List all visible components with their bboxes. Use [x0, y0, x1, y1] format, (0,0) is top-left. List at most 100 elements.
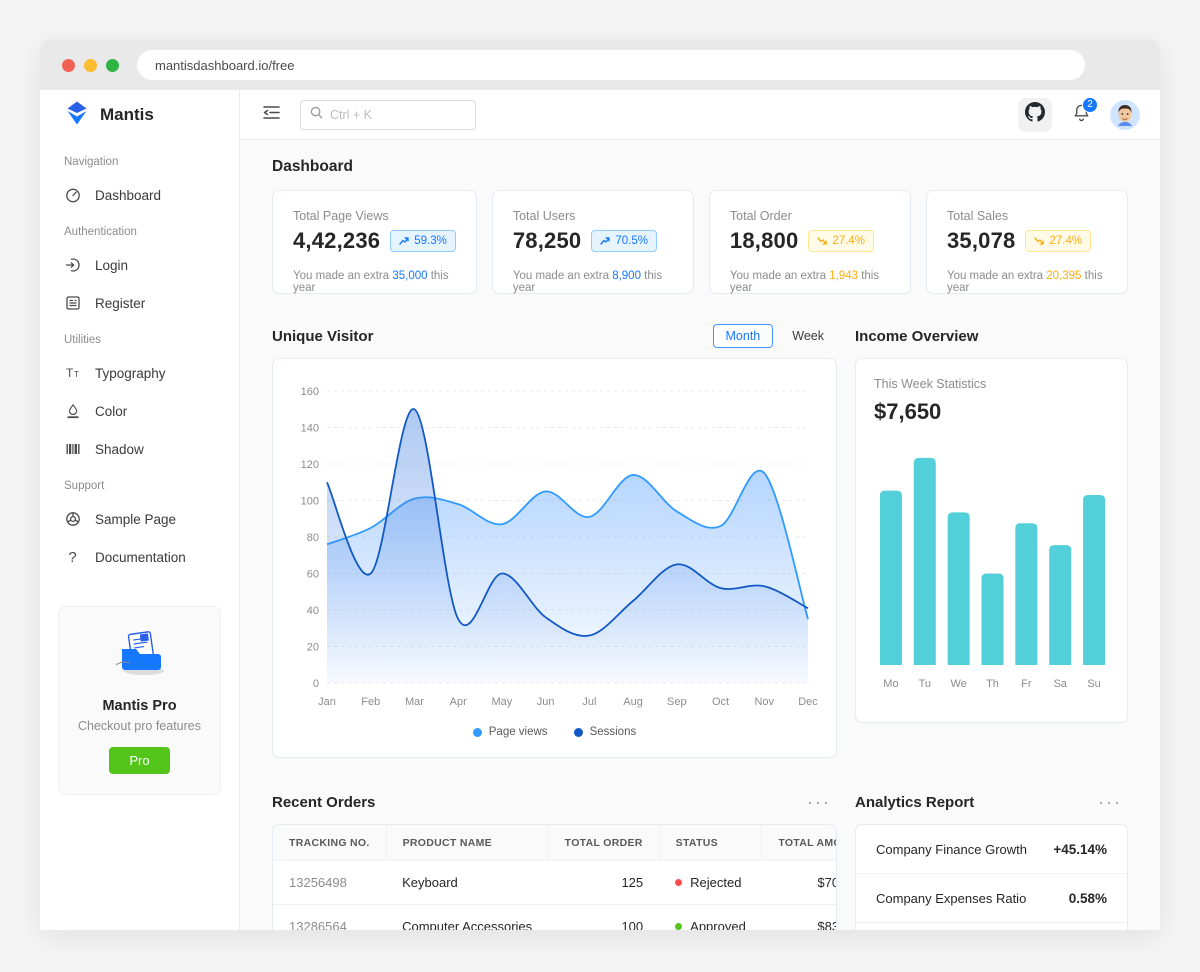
stat-card-total-order: Total Order 18,800 27.4% You made an ext…: [708, 190, 911, 294]
sidebar-item-label: Login: [95, 257, 129, 273]
income-overview-title: Income Overview: [855, 327, 979, 345]
user-avatar[interactable]: [1110, 99, 1140, 130]
svg-text:20: 20: [307, 642, 319, 654]
svg-text:Su: Su: [1087, 678, 1100, 690]
unique-visitor-title: Unique Visitor: [272, 327, 374, 345]
stat-card-total-users: Total Users 78,250 70.5% You made an ext…: [491, 190, 694, 294]
list-item[interactable]: Company Finance Growth +45.14%: [856, 825, 1127, 874]
notifications-button[interactable]: 2: [1066, 96, 1098, 130]
minimize-window-icon[interactable]: [84, 58, 97, 72]
tracking-no[interactable]: 13286564: [273, 904, 387, 930]
unique-visitor-chart-card: 0 20 40 60 80 100 120 140 160 Jan Feb Mar Apr May Jun J…: [272, 358, 837, 758]
status: Approved: [659, 904, 762, 930]
list-item[interactable]: Company Expenses Ratio 0.58%: [856, 874, 1127, 923]
status-dot-approved: [675, 923, 683, 930]
logo-text: Mantis: [100, 105, 154, 124]
svg-text:Fr: Fr: [1021, 678, 1032, 690]
legend-page-views[interactable]: Page views: [472, 726, 548, 738]
typography-icon: T T: [64, 365, 81, 382]
pro-card-title: Mantis Pro: [102, 698, 177, 714]
total-amount: $83,348: [761, 904, 836, 930]
stat-extra-value: 20,395: [1046, 270, 1082, 282]
col-tracking-no[interactable]: TRACKING NO.: [273, 825, 387, 861]
table-row[interactable]: 13256498 Keyboard 125 Rejected $70: [273, 860, 836, 905]
stat-cards-row: Total Page Views 4,42,236 59.3% You made…: [272, 190, 1128, 294]
svg-text:160: 160: [301, 386, 319, 398]
svg-text:80: 80: [307, 532, 319, 544]
more-icon[interactable]: ···: [801, 793, 837, 811]
page-title: Dashboard: [272, 158, 353, 175]
product-name: Keyboard: [386, 860, 549, 905]
nav-section-navigation: Navigation: [64, 156, 119, 168]
orders-table: TRACKING NO. PRODUCT NAME TOTAL ORDER ST…: [273, 825, 836, 930]
url-bar[interactable]: mantisdashboard.io/free: [137, 50, 1085, 80]
svg-text:T: T: [66, 366, 74, 380]
svg-text:Feb: Feb: [361, 696, 380, 708]
search-input[interactable]: [330, 107, 466, 122]
search-box[interactable]: [300, 99, 476, 130]
stat-extra: You made an extra 8,900 this year: [512, 270, 663, 294]
maximize-window-icon[interactable]: [106, 58, 119, 72]
col-product-name[interactable]: PRODUCT NAME: [385, 825, 549, 861]
stat-label: Total Order: [729, 209, 792, 223]
sidebar-item-color[interactable]: Color: [52, 392, 227, 430]
analytics-report-section: Analytics Report ··· Company Finance Gro…: [855, 788, 1128, 930]
tracking-no[interactable]: 13256498: [273, 860, 387, 905]
pro-card-subtitle: Checkout pro features: [78, 719, 201, 733]
month-toggle-button[interactable]: Month: [712, 324, 774, 348]
trend-up-icon: [600, 237, 611, 245]
stat-label: Total Sales: [946, 209, 1009, 223]
svg-text:Sep: Sep: [667, 696, 687, 708]
documentation-icon: ?: [68, 548, 77, 566]
legend-sessions[interactable]: Sessions: [573, 726, 636, 738]
total-order: 100: [548, 904, 660, 930]
trend-chip: 59.3%: [390, 230, 456, 252]
col-total-amount[interactable]: TOTAL AMOUNT: [761, 825, 836, 861]
col-total-order[interactable]: TOTAL ORDER: [547, 825, 660, 861]
svg-text:Oct: Oct: [712, 696, 729, 708]
trend-chip: 27.4%: [1025, 230, 1092, 252]
sample-page-icon: [64, 511, 81, 528]
sidebar-item-dashboard[interactable]: Dashboard: [52, 176, 227, 214]
sidebar-item-documentation[interactable]: ? Documentation: [52, 538, 227, 576]
sidebar-item-label: Typography: [95, 365, 166, 381]
stat-value: 4,42,236: [293, 228, 381, 253]
period-toggle: Month Week: [712, 324, 837, 348]
sidebar-item-label: Shadow: [95, 441, 144, 457]
page-views-dot-icon: [472, 727, 482, 737]
analytics-label: Company Finance Growth: [876, 841, 1028, 857]
svg-text:Jan: Jan: [318, 696, 336, 708]
pro-button[interactable]: Pro: [109, 747, 170, 774]
trend-chip: 70.5%: [591, 230, 657, 252]
more-icon[interactable]: ···: [1092, 793, 1128, 811]
trend-down-icon: [1034, 237, 1045, 245]
close-window-icon[interactable]: [62, 58, 75, 72]
recent-orders-section: Recent Orders ··· TRACKING NO. PRODUCT N…: [272, 788, 837, 930]
analytics-label: Company Expenses Ratio: [876, 890, 1027, 906]
list-item[interactable]: [856, 923, 1127, 930]
github-button[interactable]: [1018, 97, 1052, 132]
status-dot-rejected: [675, 879, 683, 886]
svg-text:140: 140: [301, 423, 319, 435]
sidebar-toggle-button[interactable]: [256, 100, 286, 130]
svg-text:Aug: Aug: [623, 696, 643, 708]
sidebar-item-label: Dashboard: [95, 187, 162, 203]
sidebar-item-login[interactable]: Login: [52, 246, 227, 284]
pro-folder-illustration: [71, 625, 208, 688]
stat-extra: You made an extra 35,000 this year: [293, 270, 449, 294]
week-toggle-button[interactable]: Week: [779, 324, 837, 348]
sidebar-item-register[interactable]: Register: [52, 284, 227, 322]
svg-text:Mo: Mo: [883, 678, 898, 690]
sidebar-item-typography[interactable]: T T Typography: [52, 354, 227, 392]
sidebar-item-sample-page[interactable]: Sample Page: [52, 500, 227, 538]
col-status[interactable]: STATUS: [658, 825, 762, 861]
sidebar-item-shadow[interactable]: Shadow: [52, 430, 227, 468]
nav-section-authentication: Authentication: [64, 226, 137, 238]
svg-text:May: May: [492, 696, 513, 708]
product-name: Computer Accessories: [386, 904, 549, 930]
table-row[interactable]: 13286564 Computer Accessories 100 Approv…: [273, 904, 836, 930]
logo[interactable]: Mantis: [40, 90, 239, 140]
table-header-row: TRACKING NO. PRODUCT NAME TOTAL ORDER ST…: [273, 825, 836, 861]
trend-chip: 27.4%: [808, 230, 875, 252]
stat-card-total-page-views: Total Page Views 4,42,236 59.3% You made…: [272, 190, 477, 294]
